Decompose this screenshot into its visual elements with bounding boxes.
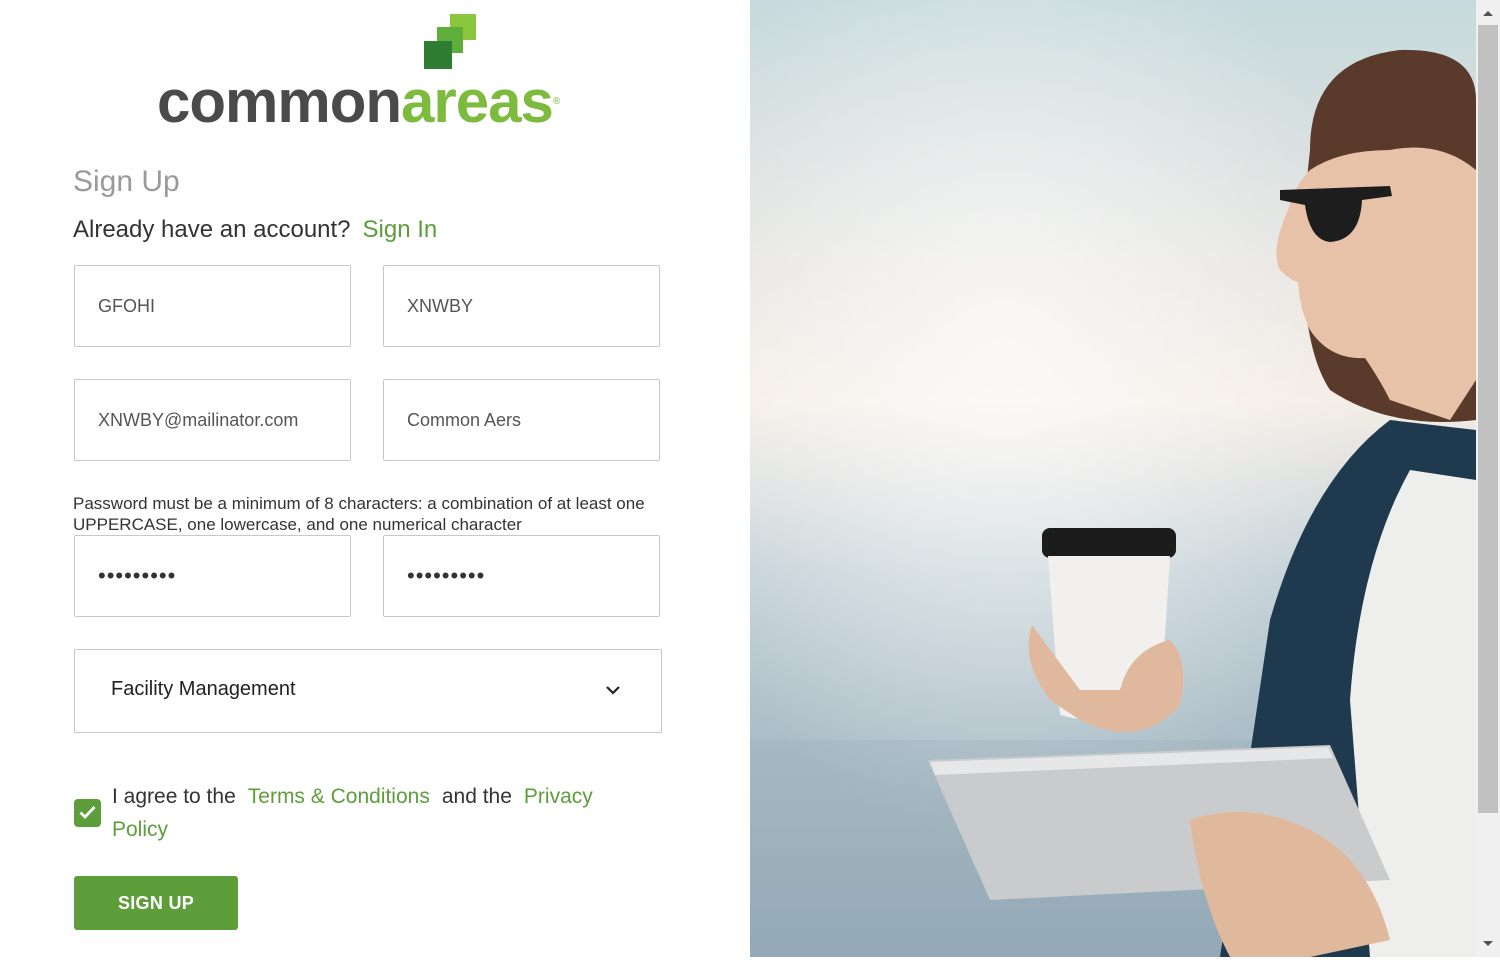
hero-image [750,0,1476,957]
email-input[interactable] [75,380,350,460]
company-field[interactable] [383,379,660,461]
company-input[interactable] [384,380,659,460]
hero-illustration [750,0,1476,957]
logo-squares-icon [424,14,476,69]
logo-wordmark: commonareas® [157,68,560,135]
agree-text: I agree to the Terms & Conditions and the P… [112,780,642,846]
chevron-down-icon [606,686,620,695]
last-name-input[interactable] [384,266,659,346]
confirm-password-field[interactable] [383,535,660,617]
signup-panel: commonareas® Sign Up Already have an acc… [0,0,750,957]
scroll-up-arrow[interactable] [1476,0,1500,24]
terms-link[interactable]: Terms & Conditions [248,785,430,808]
confirm-password-input[interactable] [384,536,659,616]
arrow-up-icon [1483,11,1493,16]
sign-in-prompt: Already have an account? Sign In [73,214,437,246]
scroll-down-arrow[interactable] [1476,933,1500,957]
scrollbar[interactable] [1476,0,1500,957]
scroll-thumb[interactable] [1478,25,1498,813]
role-select-value: Facility Management [111,678,296,700]
check-icon [79,806,96,820]
sign-in-link[interactable]: Sign In [363,216,438,243]
password-hint: Password must be a minimum of 8 characte… [73,494,645,534]
password-field[interactable] [74,535,351,617]
password-input[interactable] [75,536,350,616]
agree-prefix: I agree to the [112,785,236,808]
agree-checkbox[interactable] [74,799,101,827]
account-prompt-text: Already have an account? [73,216,351,243]
role-select[interactable]: Facility Management [74,649,662,733]
email-field[interactable] [74,379,351,461]
agree-middle: and the [441,785,512,808]
first-name-input[interactable] [75,266,350,346]
last-name-field[interactable] [383,265,660,347]
arrow-down-icon [1483,941,1493,946]
common-areas-logo: commonareas® [157,14,597,135]
page-title: Sign Up [73,165,180,198]
sign-up-button[interactable]: SIGN UP [74,876,238,930]
first-name-field[interactable] [74,265,351,347]
